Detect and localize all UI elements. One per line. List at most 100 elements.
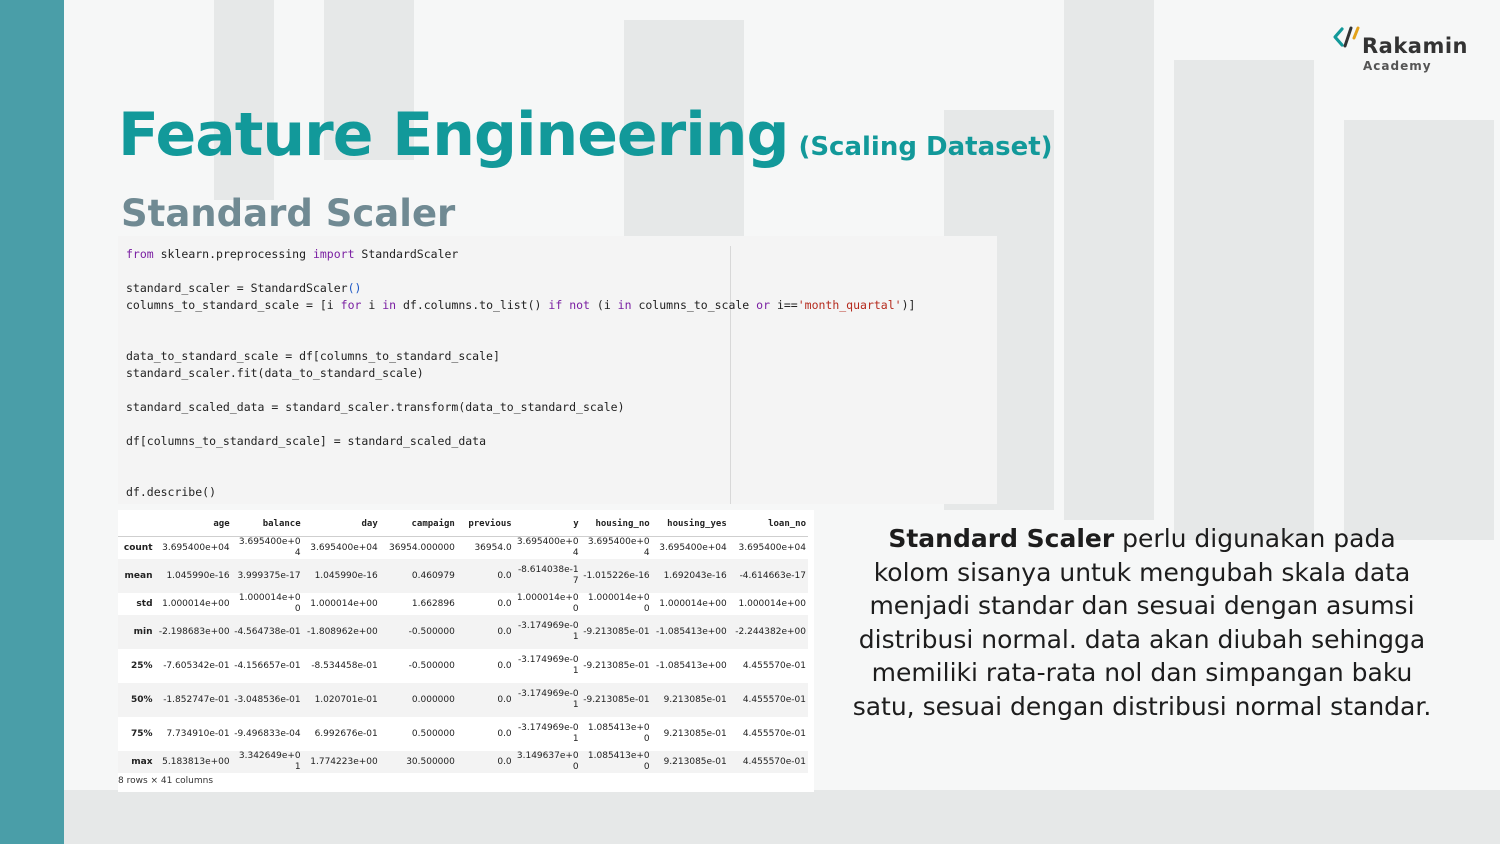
code-text: df.columns.to_list() [396, 298, 549, 312]
table-cell: 9.213085e-01 [663, 756, 727, 767]
row-label: 25% [130, 660, 153, 671]
code-text: df[columns_to_standard_scale] = standard… [126, 434, 487, 448]
table-cell: -8.534458e-01 [311, 660, 378, 671]
code-kw: import [312, 247, 355, 261]
code-kw: from [126, 247, 154, 261]
side-accent-bar [0, 0, 64, 844]
table-cell: 1.045990e-16 [166, 570, 230, 581]
table-cell: 1.662896 [411, 598, 455, 609]
table-cell: 1.000014e+00 [162, 598, 230, 609]
table-cell: 0.0 [497, 570, 512, 581]
code-text: standard_scaled_data = standard_scaler.t… [126, 400, 625, 414]
table-cell: 3.695400e+04 [659, 542, 727, 553]
code-text: df.describe() [126, 485, 217, 499]
header-cell: campaign [379, 512, 457, 537]
table-cell: 3.695400e+04 [238, 537, 301, 558]
slide-subtitle: Standard Scaler [121, 192, 456, 235]
code-paren: () [347, 281, 362, 295]
header-cell: loan_no [728, 512, 808, 537]
table-cell: -3.174969e-01 [517, 689, 579, 710]
description-bold: Standard Scaler [888, 524, 1115, 553]
title-main: Feature Engineering [118, 100, 789, 170]
rakamin-logo-icon [1333, 26, 1360, 48]
code-text: i [361, 298, 383, 312]
table-cell: -2.198683e+00 [158, 626, 230, 637]
table-cell: -1.015226e-16 [583, 570, 650, 581]
row-label: min [133, 626, 153, 637]
table-cell: -4.614663e-17 [739, 570, 806, 581]
table-cell: -8.614038e-17 [517, 565, 579, 586]
table-cell: 7.734910e-01 [166, 728, 230, 739]
code-kw: for [340, 298, 362, 312]
code-text: i== [770, 298, 798, 312]
table-cell: 1.000014e+00 [659, 598, 727, 609]
table-cell: -4.564738e-01 [234, 626, 301, 637]
table-cell: -0.500000 [408, 626, 455, 637]
table-row: 25% -7.605342e-01 -4.156657e-01 -8.53445… [118, 649, 808, 683]
code-block: from sklearn.preprocessing import Standa… [126, 246, 915, 501]
table-cell: 0.0 [497, 626, 512, 637]
describe-table: age balance day campaign previous y hous… [118, 512, 808, 773]
table-cell: -4.156657e-01 [234, 660, 301, 671]
row-label: 50% [130, 694, 153, 705]
row-label: max [131, 756, 153, 767]
code-text: )] [901, 298, 916, 312]
table-cell: 0.0 [497, 694, 512, 705]
table-row: min -2.198683e+00 -4.564738e-01 -1.80896… [118, 615, 808, 649]
table-cell: 1.000014e+00 [238, 593, 301, 614]
table-cell: 3.149637e+00 [516, 751, 579, 772]
table-cell: -2.244382e+00 [735, 626, 806, 637]
table-cell: -9.213085e-01 [583, 660, 650, 671]
header-cell: previous [456, 512, 514, 537]
header-cell: housing_no [580, 512, 652, 537]
table-cell: -1.085413e+00 [656, 660, 727, 671]
table-cell: 1.692043e-16 [663, 570, 727, 581]
table-row: 75% 7.734910e-01 -9.496833e-04 6.992676e… [118, 717, 808, 751]
table-cell: 3.695400e+04 [162, 542, 230, 553]
table-cell: 36954.0 [474, 542, 512, 553]
code-kw: or [756, 298, 771, 312]
code-text: standard_scaler = StandardScaler [126, 281, 348, 295]
logo-sub: Academy [1363, 59, 1432, 73]
code-text: sklearn.preprocessing [153, 247, 313, 261]
table-cell: 1.774223e+00 [310, 756, 378, 767]
header-cell: age [154, 512, 232, 537]
header-cell [118, 512, 155, 537]
table-footer: 8 rows × 41 columns [118, 776, 214, 786]
table-cell: -3.174969e-01 [517, 655, 579, 676]
header-cell: day [302, 512, 380, 537]
table-cell: -0.500000 [408, 660, 455, 671]
table-cell: -7.605342e-01 [163, 660, 230, 671]
table-cell: 4.455570e-01 [742, 756, 806, 767]
table-row: 50% -1.852747e-01 -3.048536e-01 1.020701… [118, 683, 808, 717]
table-cell: 0.0 [497, 660, 512, 671]
table-cell: 1.000014e+00 [738, 598, 806, 609]
table-cell: 1.085413e+00 [587, 723, 650, 744]
table-cell: 36954.000000 [389, 542, 455, 553]
code-text: StandardScaler [354, 247, 459, 261]
table-cell: -9.213085e-01 [583, 626, 650, 637]
code-text: columns_to_scale [631, 298, 757, 312]
title-paren: (Scaling Dataset) [798, 132, 1053, 162]
table-cell: 3.695400e+04 [516, 537, 579, 558]
row-label: 75% [130, 728, 153, 739]
table-cell: 4.455570e-01 [742, 694, 806, 705]
table-cell: -3.048536e-01 [234, 694, 301, 705]
table-cell: 4.455570e-01 [742, 728, 806, 739]
description-body: perlu digunakan pada kolom sisanya untuk… [852, 524, 1432, 721]
table-cell: 1.045990e-16 [314, 570, 378, 581]
table-row: std 1.000014e+00 1.000014e+00 1.000014e+… [118, 593, 808, 615]
table-cell: 3.695400e+04 [587, 537, 650, 558]
code-string: 'month_quartal' [797, 298, 902, 312]
table-cell: -9.213085e-01 [583, 694, 650, 705]
table-cell: 0.500000 [411, 728, 455, 739]
table-cell: -3.174969e-01 [517, 621, 579, 642]
table-cell: 1.020701e-01 [314, 694, 378, 705]
table-cell: 30.500000 [406, 756, 455, 767]
table-cell: 1.000014e+00 [310, 598, 378, 609]
code-text: (i [589, 298, 618, 312]
header-cell: y [513, 512, 581, 537]
table-cell: -3.174969e-01 [517, 723, 579, 744]
table-cell: -1.808962e+00 [307, 626, 378, 637]
table-row: max 5.183813e+00 3.342649e+01 1.774223e+… [118, 751, 808, 773]
